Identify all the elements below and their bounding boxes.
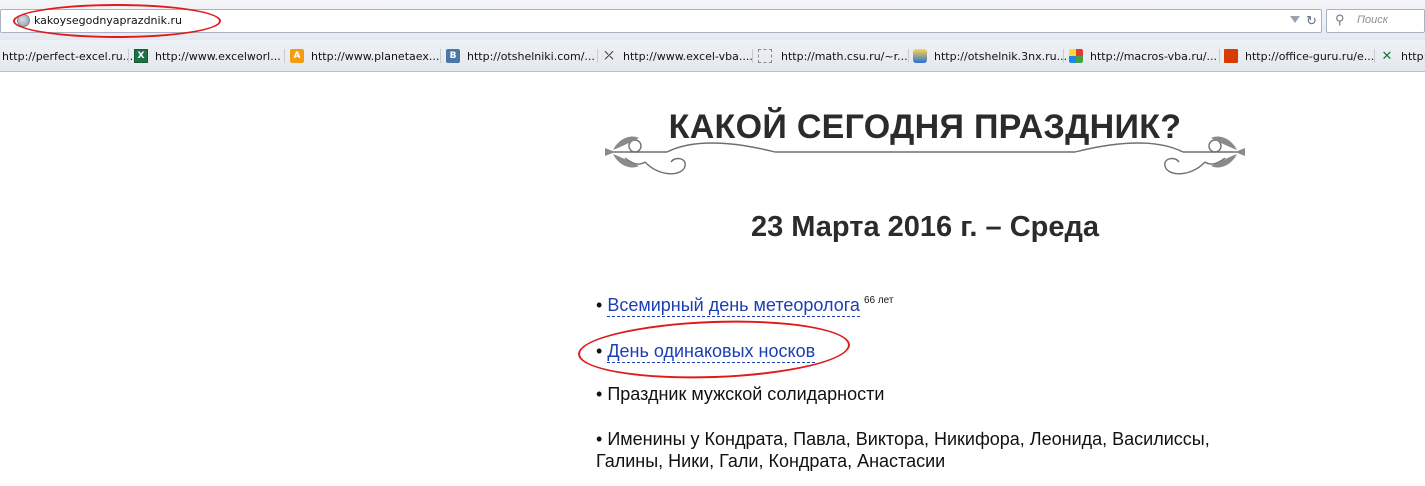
bookmark-label: http:// xyxy=(1401,49,1425,63)
bookmark-separator xyxy=(1063,49,1064,63)
holiday-item-meteorologist-day: • Всемирный день метеоролога 66 лет xyxy=(596,294,894,317)
bookmark-excel-vba[interactable]: ⤫ http://www.excel-vba.... xyxy=(602,48,753,64)
office-icon xyxy=(1224,49,1238,63)
bookmark-label: http://perfect-excel.ru... xyxy=(2,49,134,63)
bookmark-perfect-excel[interactable]: http://perfect-excel.ru... xyxy=(2,48,133,64)
search-placeholder: Поиск xyxy=(1357,14,1388,26)
bookmark-label: http://office-guru.ru/e... xyxy=(1245,49,1375,63)
bookmark-separator xyxy=(1219,49,1220,63)
vk-icon: B xyxy=(446,49,460,63)
bookmarks-toolbar: http://perfect-excel.ru... X http://www.… xyxy=(0,40,1425,72)
bookmark-label: http://otshelnik.3nx.ru... xyxy=(934,49,1068,63)
excel-vba-icon: ⤫ xyxy=(604,49,614,62)
bookmark-label: http://otshelniki.com/... xyxy=(467,49,595,63)
bookmark-planetaexcel[interactable]: A http://www.planetaex... xyxy=(290,48,439,64)
bird-icon xyxy=(913,49,927,63)
bookmark-separator xyxy=(908,49,909,63)
bullet: • xyxy=(596,295,603,315)
holiday-text: Именины у Кондрата, Павла, Виктора, Ники… xyxy=(607,429,1210,449)
navigation-toolbar: kakoysegodnyaprazdnik.ru ↻ ⚲ Поиск xyxy=(0,0,1425,40)
bookmark-math-csu[interactable]: http://math.csu.ru/~r... xyxy=(758,48,908,64)
reload-icon[interactable]: ↻ xyxy=(1306,13,1317,29)
bookmark-separator xyxy=(1374,49,1375,63)
bookmark-otshelniki[interactable]: B http://otshelniki.com/... xyxy=(446,48,595,64)
bullet: • xyxy=(596,341,603,361)
bullet: • xyxy=(596,429,603,449)
title-ornament xyxy=(605,136,1245,175)
holiday-link[interactable]: Всемирный день метеоролога xyxy=(607,295,860,317)
globe-icon xyxy=(17,14,30,27)
blank-page-icon xyxy=(758,49,772,63)
url-text[interactable]: kakoysegodnyaprazdnik.ru xyxy=(34,14,182,27)
holiday-link[interactable]: День одинаковых носков xyxy=(607,341,816,363)
bookmark-label: http://www.excel-vba.... xyxy=(623,49,753,63)
bookmark-macros-vba[interactable]: http://macros-vba.ru/... xyxy=(1069,48,1217,64)
bookmark-label: http://www.excelworl... xyxy=(155,49,281,63)
bookmark-label: http://math.csu.ru/~r... xyxy=(781,49,908,63)
bookmark-excel-x[interactable]: ✕ http:// xyxy=(1380,48,1425,64)
search-icon: ⚲ xyxy=(1335,12,1345,27)
holiday-item-odd-socks-day: • День одинаковых носков xyxy=(596,340,816,363)
bookmark-label: http://macros-vba.ru/... xyxy=(1090,49,1218,63)
bookmark-excelworld[interactable]: X http://www.excelworl... xyxy=(134,48,281,64)
holiday-text-continued: Галины, Ники, Гали, Кондрата, Анастасии xyxy=(596,451,946,471)
excel-icon: X xyxy=(134,49,148,63)
url-bar[interactable]: kakoysegodnyaprazdnik.ru ↻ xyxy=(0,9,1322,33)
bookmark-office-guru[interactable]: http://office-guru.ru/e... xyxy=(1224,48,1374,64)
puzzle-icon xyxy=(1069,49,1083,63)
bookmark-separator xyxy=(752,49,753,63)
planeta-icon: A xyxy=(290,49,304,63)
bookmark-separator xyxy=(128,49,129,63)
bookmark-label: http://www.planetaex... xyxy=(311,49,440,63)
years-badge: 66 лет xyxy=(863,295,894,306)
bookmark-separator xyxy=(440,49,441,63)
bullet: • xyxy=(596,384,603,404)
bookmark-separator xyxy=(284,49,285,63)
holiday-item-male-solidarity: • Праздник мужской солидарности xyxy=(596,383,884,405)
excel-x-icon: ✕ xyxy=(1381,48,1393,64)
holiday-item-name-days: • Именины у Кондрата, Павла, Виктора, Ни… xyxy=(596,428,1210,472)
date-heading: 23 Марта 2016 г. – Среда xyxy=(750,211,1100,243)
holiday-text: Праздник мужской солидарности xyxy=(607,384,885,404)
bookmark-separator xyxy=(597,49,598,63)
bookmark-otshelnik-3nx[interactable]: http://otshelnik.3nx.ru... xyxy=(913,48,1067,64)
url-history-dropdown-icon[interactable] xyxy=(1290,16,1300,23)
search-box[interactable]: ⚲ Поиск xyxy=(1326,9,1425,33)
